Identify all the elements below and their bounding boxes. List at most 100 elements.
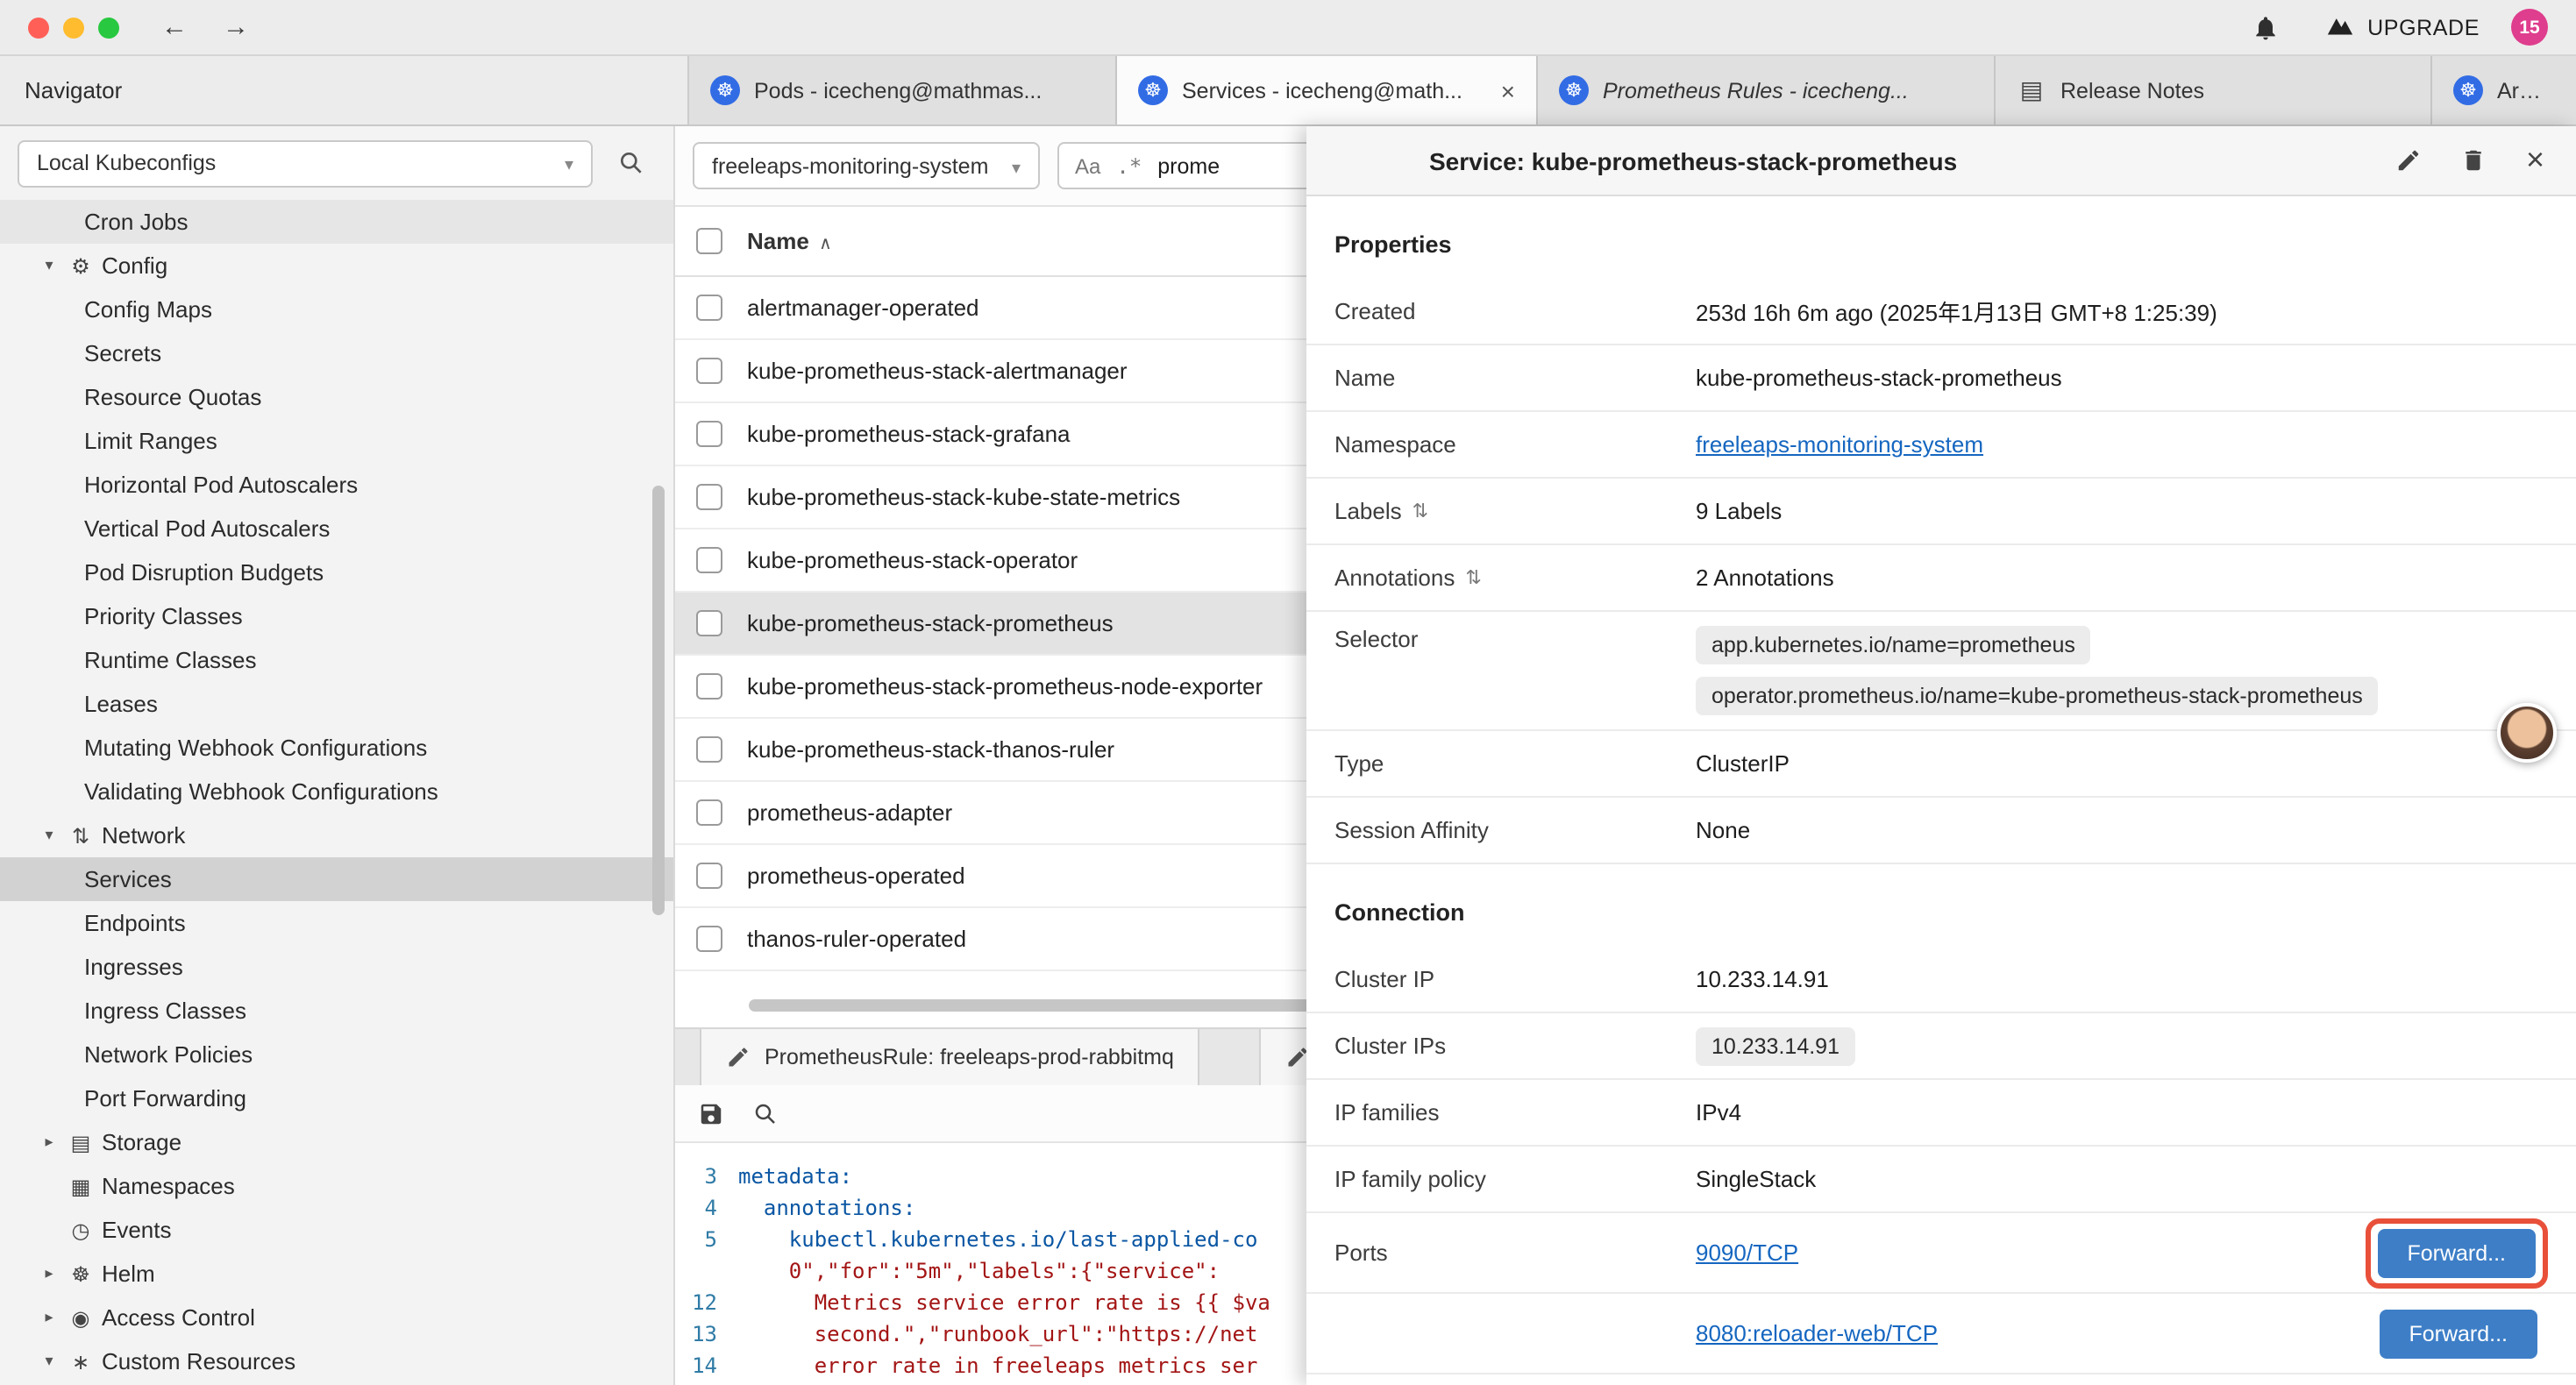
- row-checkbox[interactable]: [696, 736, 722, 763]
- chevron-icon[interactable]: ▾: [35, 256, 63, 275]
- labels-count[interactable]: 9 Labels: [1696, 498, 2548, 524]
- sidebar-tree-item[interactable]: ▸ ◉ Access Control: [0, 1296, 673, 1339]
- namespace-filter-select[interactable]: freeleaps-monitoring-system: [693, 142, 1040, 189]
- chevron-down-icon: [998, 153, 1021, 178]
- tree-item-label: Config: [102, 252, 167, 279]
- sidebar-scrollbar[interactable]: [652, 486, 665, 915]
- minimize-window-button[interactable]: [63, 17, 84, 38]
- sidebar-tree-item[interactable]: Mutating Webhook Configurations: [0, 726, 673, 770]
- row-checkbox[interactable]: [696, 421, 722, 447]
- sidebar-tree-item[interactable]: Runtime Classes: [0, 638, 673, 682]
- workspace-tab[interactable]: Prometheus Rules - icecheng...: [1538, 56, 1996, 124]
- tree-item-label: Pod Disruption Budgets: [84, 559, 324, 586]
- sidebar-tree-item[interactable]: Vertical Pod Autoscalers: [0, 507, 673, 550]
- port-link[interactable]: 8080:reloader-web/TCP: [1696, 1320, 1938, 1346]
- forward-button[interactable]: Forward...: [2377, 1228, 2536, 1277]
- back-icon[interactable]: ←: [161, 12, 188, 42]
- chevron-icon[interactable]: ▸: [35, 1308, 63, 1327]
- code-text: kubectl.kubernetes.io/last-applied-co: [738, 1224, 1257, 1255]
- chevron-icon[interactable]: ▾: [35, 826, 63, 845]
- sidebar-tree-item[interactable]: Services: [0, 857, 673, 901]
- upgrade-button[interactable]: UPGRADE: [2325, 12, 2480, 42]
- code-text: error rate in freeleaps metrics ser: [738, 1350, 1257, 1381]
- workspace-tab[interactable]: Release Notes: [1996, 56, 2432, 124]
- sidebar-tree-item[interactable]: Port Forwarding: [0, 1076, 673, 1120]
- chevron-down-icon: [551, 151, 573, 175]
- sidebar-tree-item[interactable]: Validating Webhook Configurations: [0, 770, 673, 813]
- match-case-icon[interactable]: Aa: [1075, 153, 1100, 178]
- sidebar-tree-item[interactable]: Resource Quotas: [0, 375, 673, 419]
- kubernetes-icon: [710, 75, 740, 105]
- port-link[interactable]: 9090/TCP: [1696, 1239, 1798, 1266]
- name-column-header[interactable]: Name ∧: [747, 228, 832, 254]
- workspace-tab[interactable]: Argo Se: [2432, 56, 2576, 124]
- namespace-link[interactable]: freeleaps-monitoring-system: [1696, 431, 1983, 458]
- chevron-icon[interactable]: ▸: [35, 1264, 63, 1283]
- sidebar-tree-item[interactable]: Horizontal Pod Autoscalers: [0, 463, 673, 507]
- line-number: 14: [675, 1350, 738, 1381]
- annotation-highlight: Forward...: [2365, 1218, 2548, 1288]
- select-all-checkbox[interactable]: [696, 228, 722, 254]
- sidebar-tree-item[interactable]: Limit Ranges: [0, 419, 673, 463]
- row-checkbox[interactable]: [696, 926, 722, 952]
- sidebar-tree-item[interactable]: Ingresses: [0, 945, 673, 989]
- sidebar-tree-item[interactable]: ▦ Namespaces: [0, 1164, 673, 1208]
- notifications-bell-icon[interactable]: [2252, 13, 2280, 41]
- history-nav: ← →: [161, 12, 249, 42]
- sidebar-tree-item[interactable]: ▾ ⇅ Network: [0, 813, 673, 857]
- edit-button[interactable]: [2396, 147, 2423, 174]
- sidebar-tree-item[interactable]: Endpoints: [0, 901, 673, 945]
- chevron-icon[interactable]: ▾: [35, 1352, 63, 1371]
- row-checkbox[interactable]: [696, 484, 722, 510]
- row-checkbox[interactable]: [696, 547, 722, 573]
- row-checkbox[interactable]: [696, 799, 722, 826]
- sidebar-tree-item[interactable]: ▾ ∗ Custom Resources: [0, 1339, 673, 1383]
- namespace-filter-value: freeleaps-monitoring-system: [712, 153, 988, 178]
- notification-count-badge[interactable]: 15: [2511, 9, 2548, 46]
- row-checkbox[interactable]: [696, 610, 722, 636]
- property-row-namespace: Namespace freeleaps-monitoring-system: [1306, 412, 2576, 479]
- close-window-button[interactable]: [28, 17, 49, 38]
- sidebar-tree-item[interactable]: ▸ ▤ Storage: [0, 1120, 673, 1164]
- tree-item-label: Horizontal Pod Autoscalers: [84, 472, 358, 498]
- sidebar-tree-item[interactable]: Priority Classes: [0, 594, 673, 638]
- row-checkbox[interactable]: [696, 673, 722, 700]
- forward-icon[interactable]: →: [223, 12, 249, 42]
- kubeconfig-selector-row: Local Kubeconfigs: [0, 126, 673, 200]
- chevron-icon[interactable]: ▸: [35, 1133, 63, 1152]
- row-checkbox[interactable]: [696, 295, 722, 321]
- sidebar-tree-item[interactable]: Network Policies: [0, 1033, 673, 1076]
- close-button[interactable]: ×: [2526, 142, 2544, 179]
- sort-updown-icon[interactable]: ⇅: [1413, 500, 1428, 522]
- annotations-count[interactable]: 2 Annotations: [1696, 565, 2548, 591]
- sidebar-tree-item[interactable]: Pod Disruption Budgets: [0, 550, 673, 594]
- sidebar-tree-item[interactable]: Leases: [0, 682, 673, 726]
- user-avatar[interactable]: [2497, 703, 2557, 763]
- sidebar-tree-item[interactable]: Config Maps: [0, 288, 673, 331]
- search-icon[interactable]: [617, 149, 645, 177]
- save-icon[interactable]: [698, 1100, 724, 1126]
- sidebar-tree-item[interactable]: ▾ ⚙ Config: [0, 244, 673, 288]
- tab-close-icon[interactable]: ×: [1501, 76, 1515, 104]
- workspace-tab[interactable]: Services - icecheng@math... ×: [1117, 56, 1538, 124]
- sort-updown-icon[interactable]: ⇅: [1465, 566, 1481, 589]
- sidebar-tree-item[interactable]: Secrets: [0, 331, 673, 375]
- maximize-window-button[interactable]: [98, 17, 119, 38]
- workspace-tab[interactable]: Pods - icecheng@mathmas...: [689, 56, 1117, 124]
- navigator-sidebar: Local Kubeconfigs Cron Jobs ▾: [0, 126, 675, 1385]
- sidebar-tree-item[interactable]: Cron Jobs: [0, 200, 673, 244]
- sidebar-tree-item[interactable]: ◷ Events: [0, 1208, 673, 1252]
- service-name: kube-prometheus-stack-grafana: [747, 421, 1071, 447]
- row-checkbox[interactable]: [696, 863, 722, 889]
- row-checkbox[interactable]: [696, 358, 722, 384]
- sidebar-tree-item[interactable]: ▸ ☸ Helm: [0, 1252, 673, 1296]
- search-icon[interactable]: [752, 1100, 779, 1126]
- property-label: Name: [1334, 365, 1395, 391]
- dock-tab-active[interactable]: PrometheusRule: freeleaps-prod-rabbitmq: [700, 1029, 1200, 1085]
- sidebar-tree-item[interactable]: Ingress Classes: [0, 989, 673, 1033]
- forward-button[interactable]: Forward...: [2379, 1309, 2537, 1358]
- kubeconfig-select[interactable]: Local Kubeconfigs: [18, 139, 593, 187]
- delete-button[interactable]: [2461, 147, 2487, 174]
- code-text: metadata:: [738, 1161, 852, 1192]
- regex-icon[interactable]: .*: [1116, 153, 1142, 178]
